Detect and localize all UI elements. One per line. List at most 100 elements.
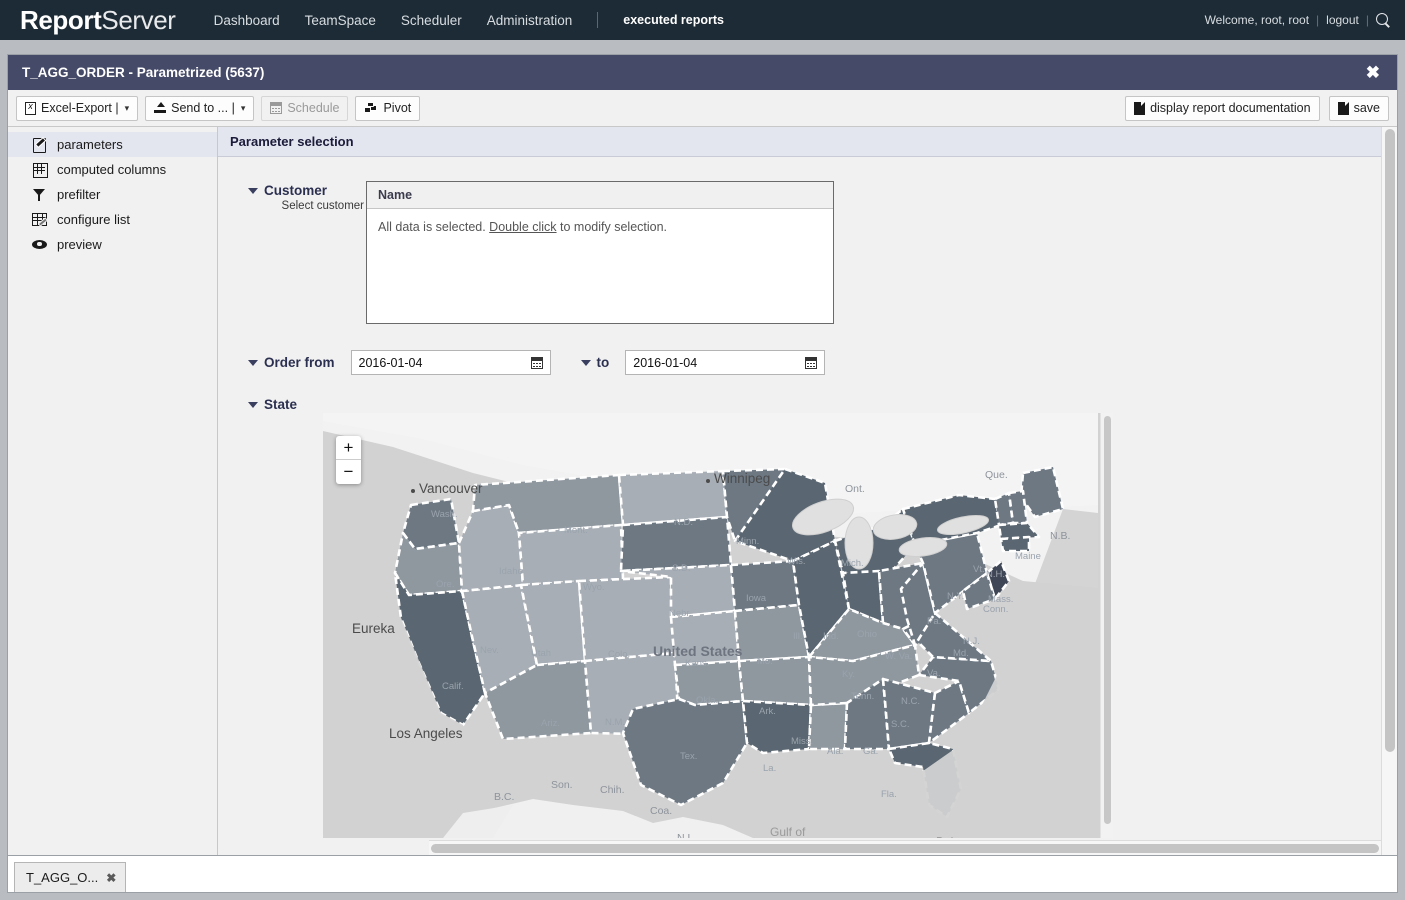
order-from-input[interactable]: 2016-01-04 [351,350,551,375]
report-sidebar: parameters computed columns prefilter co… [8,127,218,855]
search-icon[interactable] [1376,13,1391,28]
chevron-down-icon[interactable] [248,188,258,194]
chevron-down-icon[interactable] [581,360,591,366]
order-to-value: 2016-01-04 [633,356,805,370]
scrollbar-thumb[interactable] [431,844,1379,853]
nav-item-scheduler[interactable]: Scheduler [401,13,462,28]
customer-selection-message: All data is selected. Double click to mo… [367,209,833,245]
map-svg [323,413,1098,838]
app-logo[interactable]: ReportServer [20,5,176,36]
customer-parameter-row: Customer Select customer Name All data i… [218,157,1397,324]
sidebar-item-configure-list[interactable]: configure list [8,207,217,232]
order-to-input[interactable]: 2016-01-04 [625,350,825,375]
state-label-block[interactable]: State [248,397,297,412]
sidebar-label-configure-list: configure list [57,212,130,227]
map-zoom-out-button[interactable]: − [336,460,361,484]
send-to-button[interactable]: Send to ... | ▾ [145,96,254,121]
map-vertical-scrollbar[interactable] [1100,413,1113,838]
window-title-bar: T_AGG_ORDER - Parametrized (5637) ✖ [8,55,1397,90]
date-parameter-row: Order from 2016-01-04 to 2016-01-04 [218,324,1397,375]
chevron-down-icon: ▾ [241,103,246,114]
display-report-documentation-button[interactable]: display report documentation [1125,96,1320,121]
calendar-icon[interactable] [531,357,543,369]
upload-icon [154,102,166,114]
sidebar-item-preview[interactable]: preview [8,232,217,257]
report-toolbar: Excel-Export | ▾ Send to ... | ▾ Schedul… [8,90,1397,127]
open-report-tab[interactable]: T_AGG_O... ✖ [14,862,126,892]
calendar-icon [270,102,282,114]
save-label: save [1354,101,1380,115]
order-from-value: 2016-01-04 [359,356,531,370]
sidebar-label-parameters: parameters [57,137,123,152]
state-parameter-row: State [218,375,1397,412]
order-from-label-block[interactable]: Order from [248,355,335,370]
content-horizontal-scrollbar[interactable] [429,840,1381,855]
message-suffix: to modify selection. [557,220,667,234]
logo-bold-part: Report [20,5,101,35]
message-prefix: All data is selected. [378,220,489,234]
map-zoom-in-button[interactable]: + [336,436,361,460]
top-navigation-bar: ReportServer Dashboard TeamSpace Schedul… [0,0,1405,40]
nav-item-administration[interactable]: Administration [487,13,573,28]
customer-title-row[interactable]: Customer [248,183,366,198]
calculator-icon [32,163,48,177]
order-to-label-block[interactable]: to [581,355,610,370]
nav-item-executed-reports[interactable]: executed reports [623,13,724,27]
excel-file-icon [25,102,36,115]
customer-column-header: Name [367,182,833,209]
schedule-button: Schedule [261,96,348,121]
scrollbar-thumb[interactable] [1385,129,1395,752]
sidebar-item-parameters[interactable]: parameters [8,132,217,157]
eye-icon [32,238,48,252]
nav-divider [597,12,598,28]
map-canvas[interactable] [323,413,1098,838]
customer-title: Customer [264,183,327,198]
chevron-down-icon[interactable] [248,360,258,366]
close-icon[interactable]: ✖ [1363,64,1383,81]
user-divider-1: | [1316,13,1319,27]
user-divider-2: | [1366,13,1369,27]
sidebar-item-prefilter[interactable]: prefilter [8,182,217,207]
toolbar-right-group: display report documentation save [1116,96,1389,121]
table-edit-icon [32,213,48,227]
sidebar-item-computed-columns[interactable]: computed columns [8,157,217,182]
save-button[interactable]: save [1329,96,1389,121]
welcome-text: Welcome, root, root [1205,13,1309,27]
chevron-down-icon[interactable] [248,402,258,408]
pivot-label: Pivot [383,101,411,115]
pivot-icon [364,102,378,114]
nav-item-teamspace[interactable]: TeamSpace [305,13,376,28]
content-vertical-scrollbar[interactable] [1381,127,1397,855]
pivot-button[interactable]: Pivot [355,96,420,121]
city-dot [706,479,710,483]
chevron-down-icon: ▾ [125,103,130,114]
panel-header: Parameter selection [218,127,1397,157]
pencil-page-icon [32,138,48,152]
bottom-tab-bar: T_AGG_O... ✖ [7,856,1398,893]
excel-export-button[interactable]: Excel-Export | ▾ [16,96,138,121]
sidebar-label-computed-columns: computed columns [57,162,166,177]
map-zoom-controls[interactable]: + − [336,436,361,484]
main-nav-links: Dashboard TeamSpace Scheduler Administra… [214,12,724,28]
city-dot [411,489,415,493]
close-icon[interactable]: ✖ [106,871,116,885]
logout-link[interactable]: logout [1326,13,1359,27]
customer-selection-box[interactable]: Name All data is selected. Double click … [366,181,834,324]
state-title: State [264,397,297,412]
customer-label-block: Customer Select customer [248,181,366,324]
state-map-widget[interactable]: Vancouver Winnipeg Eureka Los Angeles Un… [323,413,1113,838]
scrollbar-thumb[interactable] [1104,416,1111,824]
nav-item-dashboard[interactable]: Dashboard [214,13,280,28]
funnel-icon [32,188,48,202]
display-docs-label: display report documentation [1150,101,1311,115]
document-icon [1134,102,1145,115]
order-from-label: Order from [264,355,335,370]
window-title: T_AGG_ORDER - Parametrized (5637) [22,65,264,80]
sidebar-label-preview: preview [57,237,102,252]
calendar-icon[interactable] [805,357,817,369]
user-area: Welcome, root, root | logout | [1205,13,1391,28]
customer-subtitle: Select customer [248,200,366,212]
excel-export-label: Excel-Export | [41,101,119,115]
document-icon [1338,102,1349,115]
double-click-link[interactable]: Double click [489,220,556,234]
